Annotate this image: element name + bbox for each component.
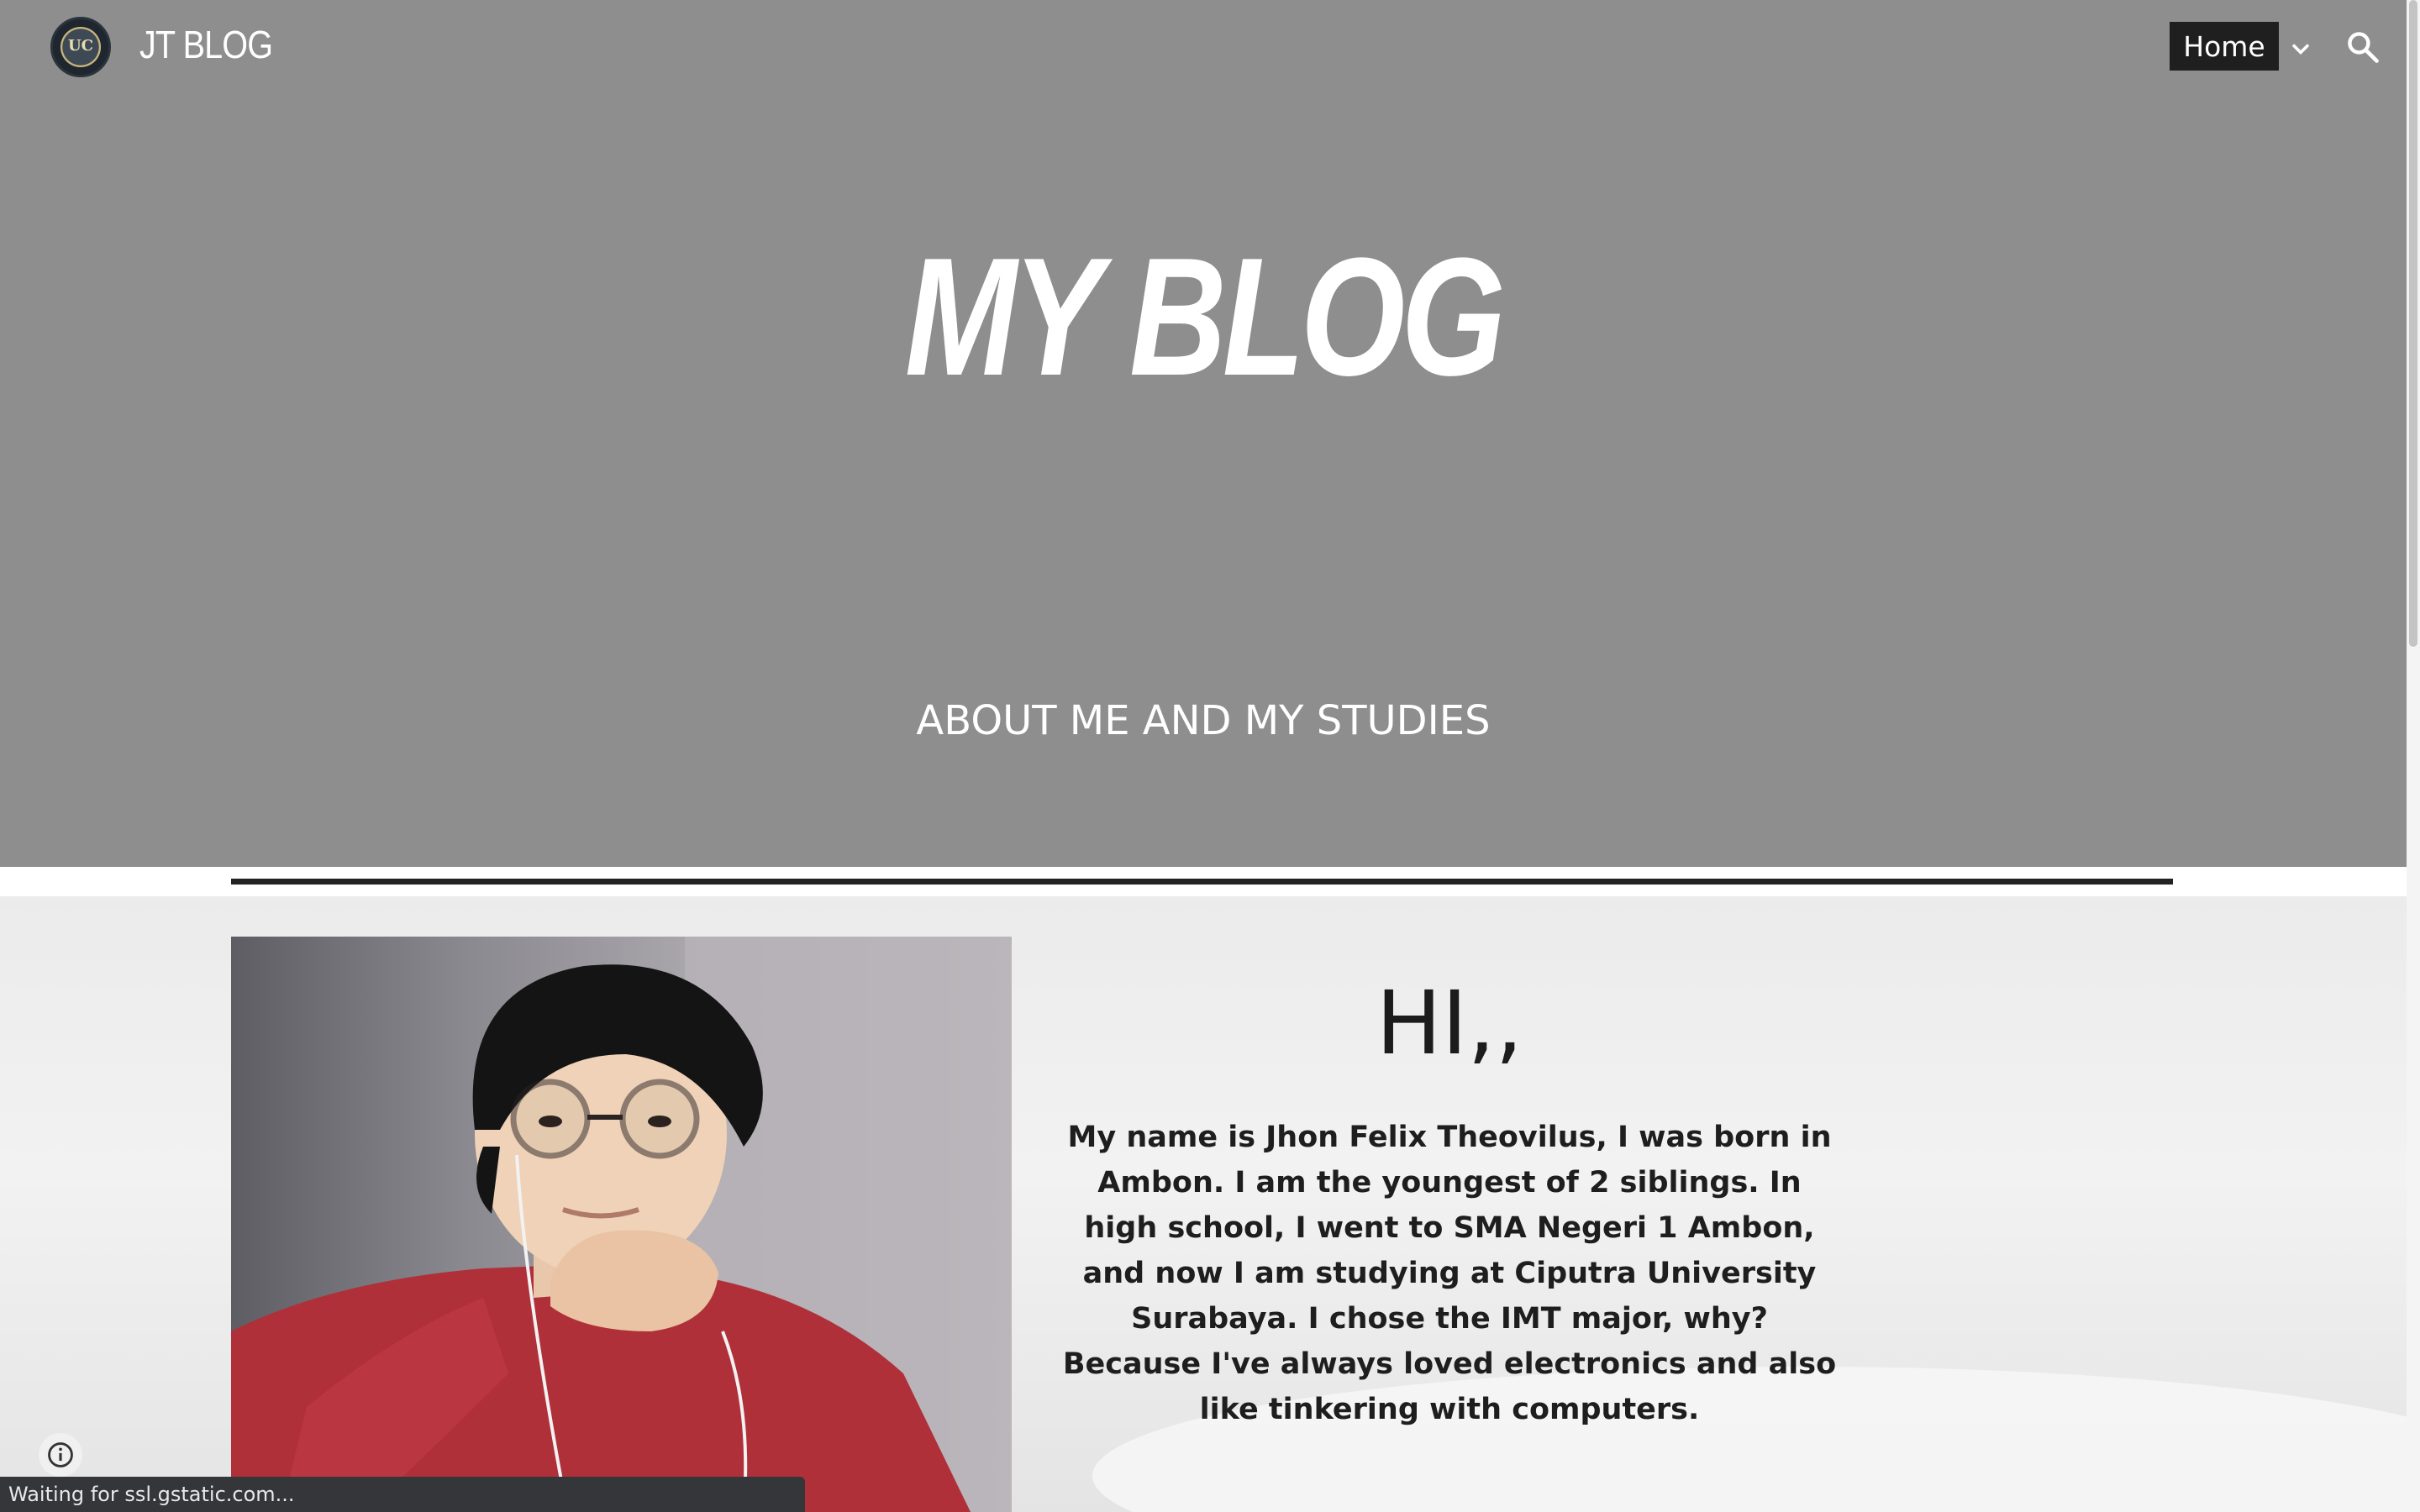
logo-text: UC: [67, 37, 94, 55]
site-title[interactable]: JT BLOG: [139, 22, 273, 67]
scrollbar-thumb[interactable]: [2409, 0, 2417, 647]
nav-item-home[interactable]: Home: [2170, 22, 2279, 71]
search-icon[interactable]: [2344, 29, 2381, 66]
chevron-down-icon[interactable]: [2286, 34, 2316, 64]
page-subtitle: ABOUT ME AND MY STUDIES: [916, 697, 1491, 744]
hero-banner: UC JT BLOG Home MY BLOG ABOUT ME AND MY …: [0, 0, 2407, 867]
info-icon[interactable]: [39, 1433, 82, 1477]
browser-status-bar: Waiting for ssl.gstatic.com...: [0, 1477, 805, 1512]
section-divider: [231, 879, 2173, 885]
bio-paragraph: My name is Jhon Felix Theovilus, I was b…: [1062, 1121, 1837, 1426]
university-logo-icon[interactable]: UC: [50, 17, 111, 77]
top-navigation-bar: UC JT BLOG Home: [0, 0, 2407, 94]
profile-photo: [231, 937, 1012, 1512]
page-title: MY BLOG: [904, 223, 1506, 411]
greeting-heading: HI,,: [1376, 972, 1523, 1074]
about-section: HI,, My name is Jhon Felix Theovilus, I …: [0, 896, 2407, 1512]
